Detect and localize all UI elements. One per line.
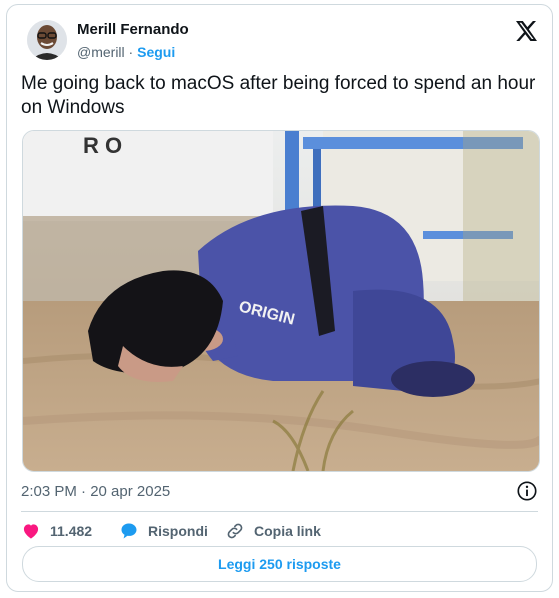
heart-icon (23, 524, 39, 539)
tweet-card: Merill Fernando @merill · Segui Me going… (6, 4, 553, 592)
copy-link-label: Copia link (254, 523, 321, 539)
author-name[interactable]: Merill Fernando (77, 21, 189, 38)
author-handle[interactable]: @merill (77, 44, 125, 60)
x-logo-icon[interactable] (514, 19, 538, 43)
reply-button[interactable]: Rispondi (119, 521, 208, 541)
tweet-media-image[interactable]: ORIGIN R O (22, 130, 540, 472)
tweet-text: Me going back to macOS after being force… (21, 73, 536, 118)
sign-letters: R O (83, 133, 122, 158)
avatar[interactable] (27, 20, 67, 60)
reply-bubble-icon (121, 523, 137, 539)
like-count: 11.482 (50, 523, 93, 539)
copy-link-button[interactable]: Copia link (225, 521, 321, 541)
read-replies-button[interactable]: Leggi 250 risposte (22, 546, 537, 582)
author-handle-row: @merill · Segui (77, 44, 175, 60)
follow-button[interactable]: Segui (137, 44, 175, 60)
divider (21, 511, 538, 512)
reply-label: Rispondi (148, 523, 208, 539)
link-icon (227, 523, 243, 539)
info-icon[interactable] (516, 480, 538, 502)
like-button[interactable]: 11.482 (21, 521, 92, 541)
tweet-timestamp[interactable]: 2:03 PM · 20 apr 2025 (21, 483, 170, 500)
separator: · (128, 44, 134, 60)
